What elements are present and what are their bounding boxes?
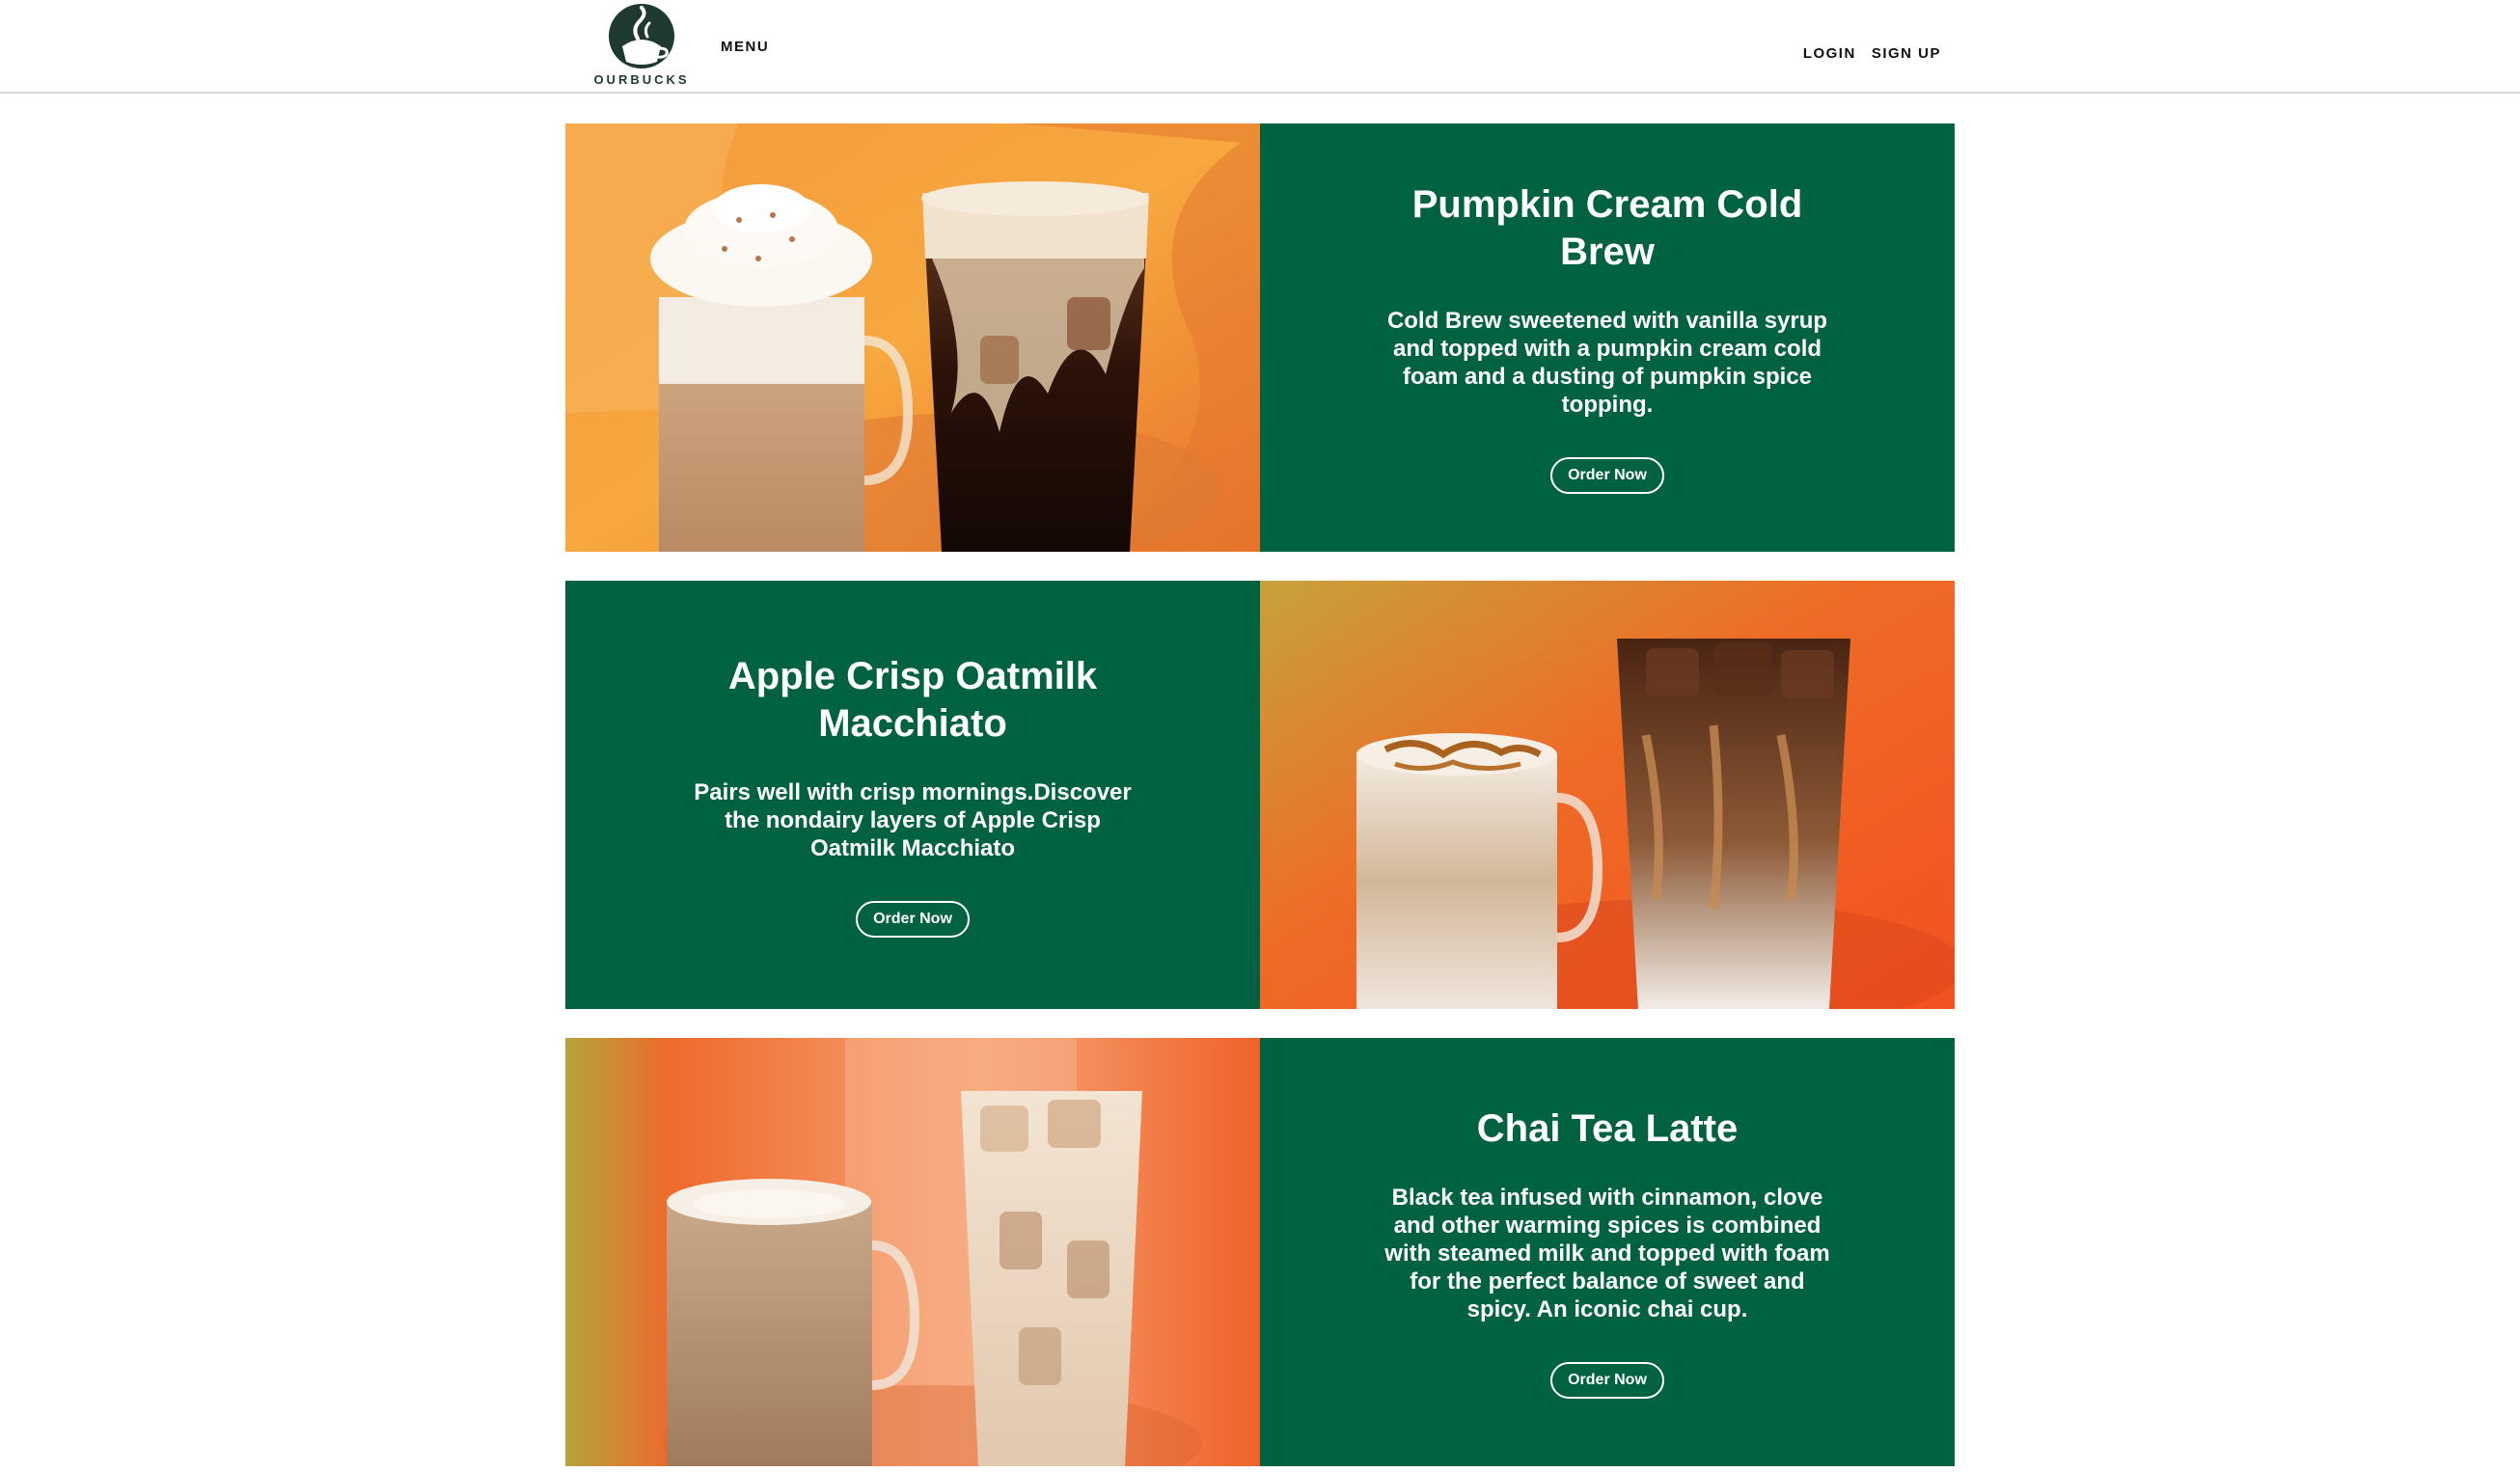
nav-menu-link[interactable]: MENU <box>721 39 769 55</box>
auth-nav: LOGIN SIGN UP <box>1803 45 1941 62</box>
order-now-button[interactable]: Order Now <box>856 900 970 938</box>
feature-pumpkin-cream-cold-brew: Pumpkin Cream Cold Brew Cold Brew sweete… <box>565 123 1955 552</box>
apple-crisp-drinks-image <box>1260 581 1955 1009</box>
logo-cup-icon <box>609 4 674 68</box>
feature-description: Pairs well with crisp mornings.Discover … <box>694 778 1132 861</box>
login-link[interactable]: LOGIN <box>1803 45 1856 62</box>
pumpkin-drinks-image <box>565 123 1260 552</box>
feature-title: Apple Crisp Oatmilk Macchiato <box>727 654 1098 745</box>
feature-text-panel: Chai Tea Latte Black tea infused with ci… <box>1260 1038 1955 1466</box>
feature-title: Chai Tea Latte <box>1476 1107 1739 1150</box>
order-now-button[interactable]: Order Now <box>1550 457 1664 494</box>
feature-text-panel: Pumpkin Cream Cold Brew Cold Brew sweete… <box>1260 123 1955 552</box>
feature-description: Black tea infused with cinnamon, clove a… <box>1384 1185 1830 1322</box>
feature-description: Cold Brew sweetened with vanilla syrup a… <box>1386 308 1828 418</box>
feature-text-panel: Apple Crisp Oatmilk Macchiato Pairs well… <box>565 581 1260 1009</box>
signup-link[interactable]: SIGN UP <box>1872 45 1941 62</box>
chai-drinks-image <box>565 1038 1260 1466</box>
site-header: OURBUCKS MENU LOGIN SIGN UP <box>0 0 2520 94</box>
brand-logo[interactable]: OURBUCKS <box>593 4 690 87</box>
feature-apple-crisp-oatmilk-macchiato: Apple Crisp Oatmilk Macchiato Pairs well… <box>565 581 1955 1009</box>
feature-chai-tea-latte: Chai Tea Latte Black tea infused with ci… <box>565 1038 1955 1466</box>
brand-name: OURBUCKS <box>593 72 690 87</box>
order-now-button[interactable]: Order Now <box>1550 1362 1664 1399</box>
feature-title: Pumpkin Cream Cold Brew <box>1411 183 1803 273</box>
